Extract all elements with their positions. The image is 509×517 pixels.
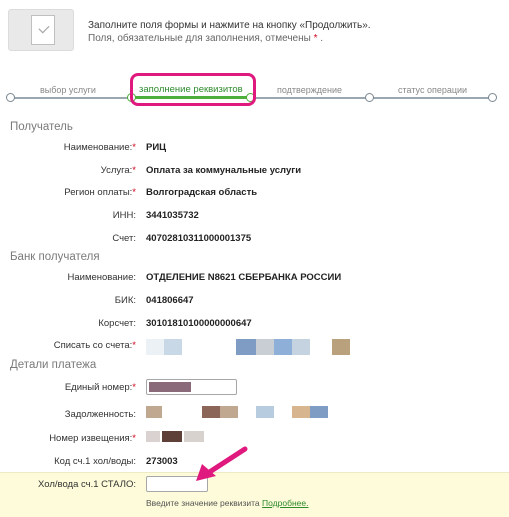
section-payment-details: Детали платежа <box>10 359 97 371</box>
debt-value <box>146 406 336 420</box>
bik-label: БИК: <box>114 295 136 306</box>
step-dot-4 <box>365 93 374 102</box>
service-value: Оплата за коммунальные услуги <box>146 165 302 176</box>
debt-label: Задолженность: <box>64 409 136 420</box>
meter-reading-label: Хол/вода сч.1 СТАЛО: <box>38 479 136 490</box>
meter-code-label: Код сч.1 хол/воды: <box>54 456 136 467</box>
bik-value: 041806647 <box>146 295 194 306</box>
section-bank: Банк получателя <box>10 251 100 263</box>
unified-number-input[interactable] <box>146 379 237 395</box>
notice-number-value <box>146 431 210 444</box>
header-required-note: Поля, обязательные для заполнения, отмеч… <box>88 33 324 44</box>
step-operation-status: статус операции <box>398 85 468 95</box>
corr-account-label: Корсчет: <box>98 318 136 329</box>
region-value: Волгоградская область <box>146 187 258 198</box>
meter-reading-hint: Введите значение реквизита Подробнее. <box>146 498 309 508</box>
corr-account-value: 30101810100000000647 <box>146 318 252 329</box>
meter-code-value: 273003 <box>146 456 178 467</box>
bank-name-value: ОТДЕЛЕНИЕ N8621 СБЕРБАНКА РОССИИ <box>146 272 342 283</box>
notice-number-label: Номер извещения:* <box>49 433 136 444</box>
inn-value: 3441035732 <box>146 210 199 221</box>
step-dot-5 <box>488 93 497 102</box>
debit-account-select[interactable] <box>146 339 350 356</box>
more-info-link[interactable]: Подробнее. <box>262 498 308 508</box>
bank-name-label: Наименование: <box>67 272 137 283</box>
recipient-name-label: Наименование:* <box>63 142 136 153</box>
service-label: Услуга:* <box>100 165 136 176</box>
step-choose-service: выбор услуги <box>40 85 96 95</box>
current-step-highlight <box>130 73 256 106</box>
account-value: 40702810311000001375 <box>146 233 252 244</box>
recipient-name-value: РИЦ <box>146 142 167 153</box>
debit-account-label: Списать со счета:* <box>53 340 136 351</box>
region-label: Регион оплаты:* <box>64 187 136 198</box>
account-label: Счет: <box>112 233 136 244</box>
form-document-icon <box>8 9 74 51</box>
header-instruction: Заполните поля формы и нажмите на кнопку… <box>88 20 371 31</box>
section-recipient: Получатель <box>10 121 73 133</box>
step-dot-1 <box>6 93 15 102</box>
step-confirmation: подтверждение <box>277 85 343 95</box>
pointer-arrow-icon <box>196 446 248 481</box>
inn-label: ИНН: <box>112 210 136 221</box>
unified-number-label: Единый номер:* <box>64 382 136 393</box>
